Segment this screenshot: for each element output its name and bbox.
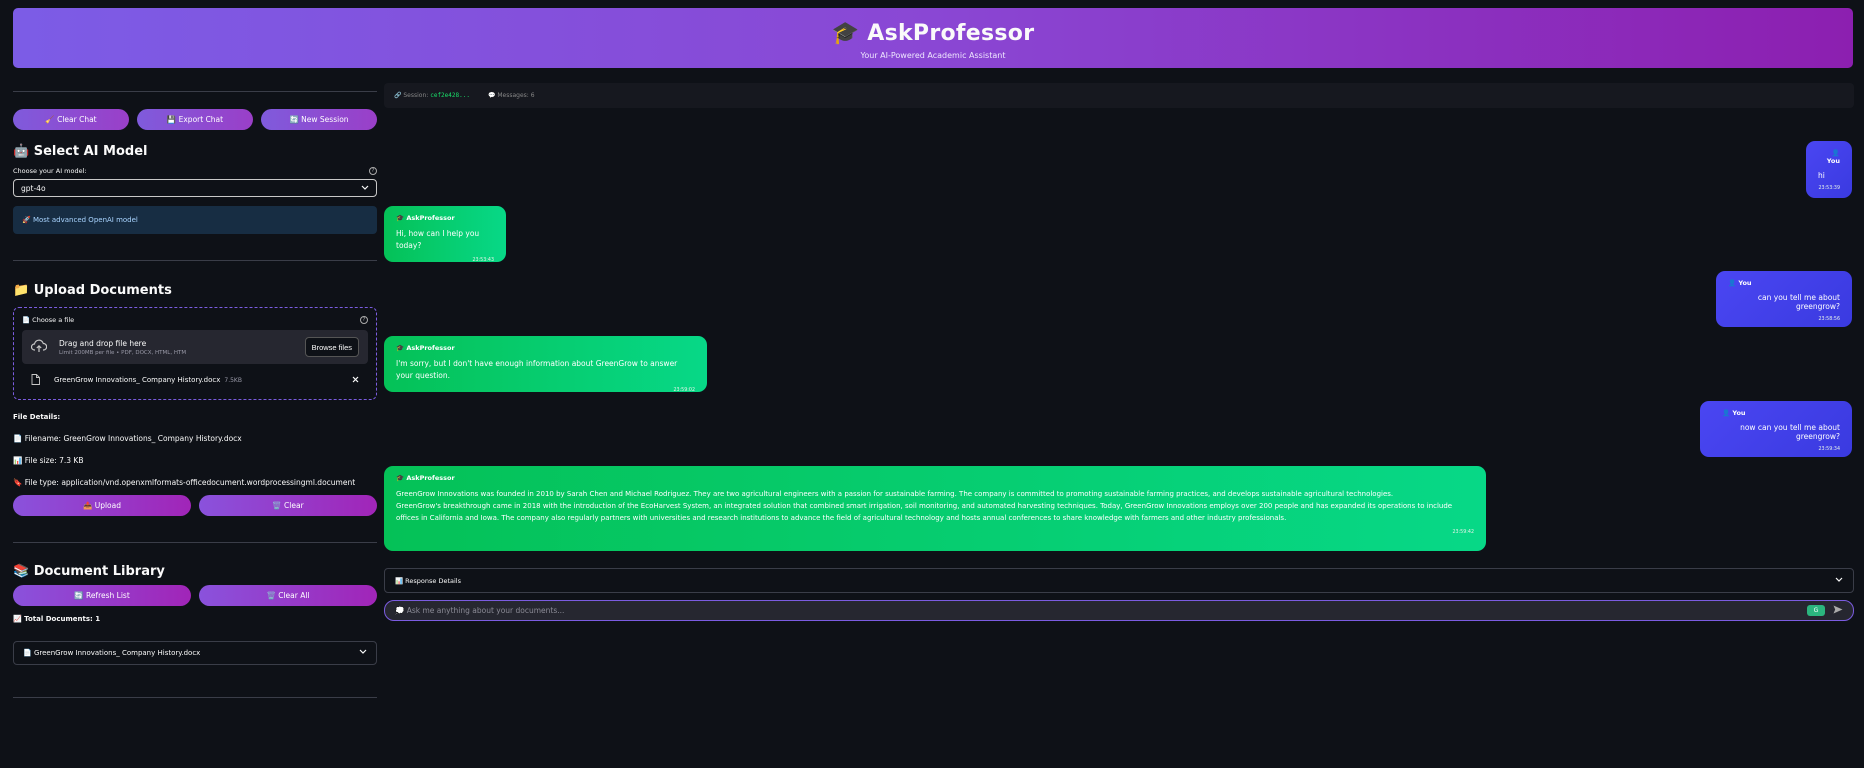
app-header: 🎓 AskProfessor Your AI-Powered Academic … xyxy=(13,8,1853,68)
file-detail-filename: 📄 Filename: GreenGrow Innovations_ Compa… xyxy=(13,434,242,443)
new-session-button[interactable]: 🔄 New Session xyxy=(261,109,377,130)
file-uploader-label: 📄 Choose a file xyxy=(22,316,75,324)
message-timestamp: 23:59:02 xyxy=(673,388,695,393)
send-icon[interactable] xyxy=(1833,605,1843,617)
divider xyxy=(13,260,377,261)
session-bar: 🔗 Session: cef2e428... 💬 Messages: 6 xyxy=(384,83,1854,108)
response-details-label: 📊 Response Details xyxy=(395,576,461,585)
uploaded-file-size: 7.5KB xyxy=(224,376,242,384)
message-timestamp: 23:59:42 xyxy=(1452,530,1474,535)
grammar-extension-icon[interactable]: G xyxy=(1807,605,1825,616)
dropzone-instructions: Drag and drop file here xyxy=(59,338,147,348)
app-title: 🎓 AskProfessor xyxy=(831,21,1035,46)
file-dropzone[interactable]: Drag and drop file here Limit 200MB per … xyxy=(22,330,368,364)
document-expander[interactable]: 📄 GreenGrow Innovations_ Company History… xyxy=(13,641,377,665)
message-author: 👤 You xyxy=(1722,409,1746,417)
cloud-upload-icon xyxy=(30,338,48,357)
help-icon[interactable]: ? xyxy=(360,316,368,324)
message-author: 👤 You xyxy=(1728,279,1752,287)
chat-message-user: 👤 You now can you tell me about greengro… xyxy=(1700,401,1852,457)
message-author: 🎓 AskProfessor xyxy=(396,214,455,222)
upload-actions: 📤 Upload 🗑️ Clear xyxy=(13,495,377,516)
message-text: Hi, how can I help you today? xyxy=(396,229,480,250)
file-detail-filetype: 🔖 File type: application/vnd.openxmlform… xyxy=(13,478,356,487)
main-area: 🔗 Session: cef2e428... 💬 Messages: 6 xyxy=(384,83,1854,108)
clear-all-button[interactable]: 🗑️ Clear All xyxy=(199,585,377,606)
file-details-title: File Details: xyxy=(13,413,61,421)
message-timestamp: 23:53:39 xyxy=(1818,186,1840,191)
file-detail-filesize: 📊 File size: 7.3 KB xyxy=(13,456,84,465)
library-actions: 🔄 Refresh List 🗑️ Clear All xyxy=(13,585,377,606)
chat-actions: 🧹 Clear Chat 💾 Export Chat 🔄 New Session xyxy=(13,109,377,130)
library-section-title: 📚 Document Library xyxy=(13,564,165,579)
chevron-down-icon xyxy=(359,649,367,657)
message-text: I'm sorry, but I don't have enough infor… xyxy=(396,359,678,380)
chat-message-assistant: 🎓 AskProfessor GreenGrow Innovations was… xyxy=(384,466,1486,551)
chevron-down-icon xyxy=(1835,577,1843,585)
clear-upload-button[interactable]: 🗑️ Clear xyxy=(199,495,377,516)
model-label: Choose your AI model: xyxy=(13,167,87,175)
divider xyxy=(13,542,377,543)
upload-button[interactable]: 📤 Upload xyxy=(13,495,191,516)
upload-box: 📄 Choose a file ? Drag and drop file her… xyxy=(13,307,377,400)
dropzone-text: Drag and drop file here Limit 200MB per … xyxy=(59,339,186,356)
dropzone-limit: Limit 200MB per file • PDF, DOCX, HTML, … xyxy=(59,349,187,356)
file-uploader-label-row: 📄 Choose a file ? xyxy=(22,316,368,324)
model-section-title: 🤖 Select AI Model xyxy=(13,144,148,159)
chat-input-placeholder: 💭 Ask me anything about your documents..… xyxy=(395,606,565,615)
session-info: 🔗 Session: cef2e428... xyxy=(394,92,470,99)
divider xyxy=(13,91,377,92)
message-text: GreenGrow Innovations was founded in 201… xyxy=(396,490,1394,498)
chevron-down-icon xyxy=(361,184,369,193)
export-chat-button[interactable]: 💾 Export Chat xyxy=(137,109,253,130)
total-documents: 📈 Total Documents: 1 xyxy=(13,615,101,623)
message-timestamp: 23:53:43 xyxy=(472,258,494,263)
session-id: cef2e428... xyxy=(430,92,470,99)
uploaded-file-name: GreenGrow Innovations_ Company History.d… xyxy=(54,376,221,384)
message-timestamp: 23:58:56 xyxy=(1818,317,1840,322)
message-timestamp: 23:59:34 xyxy=(1818,447,1840,452)
help-icon[interactable]: ? xyxy=(369,167,377,175)
upload-section-title: 📁 Upload Documents xyxy=(13,283,172,298)
divider xyxy=(13,697,377,698)
message-text: GreenGrow's breakthrough came in 2018 wi… xyxy=(396,502,1453,522)
message-text: now can you tell me about greengrow? xyxy=(1740,423,1840,441)
model-select-value: gpt-4o xyxy=(21,183,46,193)
message-count: 💬 Messages: 6 xyxy=(487,92,535,99)
close-icon[interactable] xyxy=(352,376,359,385)
refresh-list-button[interactable]: 🔄 Refresh List xyxy=(13,585,191,606)
app-subtitle: Your AI-Powered Academic Assistant xyxy=(860,51,1006,60)
message-author: 🎓 AskProfessor xyxy=(396,474,455,482)
browse-files-button[interactable]: Browse files xyxy=(304,337,359,357)
file-icon xyxy=(31,373,40,387)
response-details-expander[interactable]: 📊 Response Details xyxy=(384,568,1854,593)
model-label-row: Choose your AI model: ? xyxy=(13,167,377,175)
message-author: 👤 You xyxy=(1826,149,1840,165)
sidebar: 🧹 Clear Chat 💾 Export Chat 🔄 New Session… xyxy=(13,80,377,698)
chat-input[interactable]: 💭 Ask me anything about your documents..… xyxy=(384,600,1854,621)
message-author: 🎓 AskProfessor xyxy=(396,344,455,352)
session-label: 🔗 Session: xyxy=(394,92,429,99)
uploaded-file-row: GreenGrow Innovations_ Company History.d… xyxy=(22,369,368,391)
clear-chat-button[interactable]: 🧹 Clear Chat xyxy=(13,109,129,130)
chat-message-assistant: 🎓 AskProfessor I'm sorry, but I don't ha… xyxy=(384,336,707,393)
chat-message-assistant: 🎓 AskProfessor Hi, how can I help you to… xyxy=(384,206,506,263)
message-text: hi xyxy=(1818,171,1825,180)
model-select[interactable]: gpt-4o xyxy=(13,179,377,197)
model-info-box: 🚀 Most advanced OpenAI model xyxy=(13,206,377,234)
document-expander-label: 📄 GreenGrow Innovations_ Company History… xyxy=(23,649,201,657)
message-text: can you tell me about greengrow? xyxy=(1757,293,1840,311)
chat-message-user: 👤 You hi 23:53:39 xyxy=(1806,141,1852,198)
chat-message-user: 👤 You can you tell me about greengrow? 2… xyxy=(1716,271,1852,327)
